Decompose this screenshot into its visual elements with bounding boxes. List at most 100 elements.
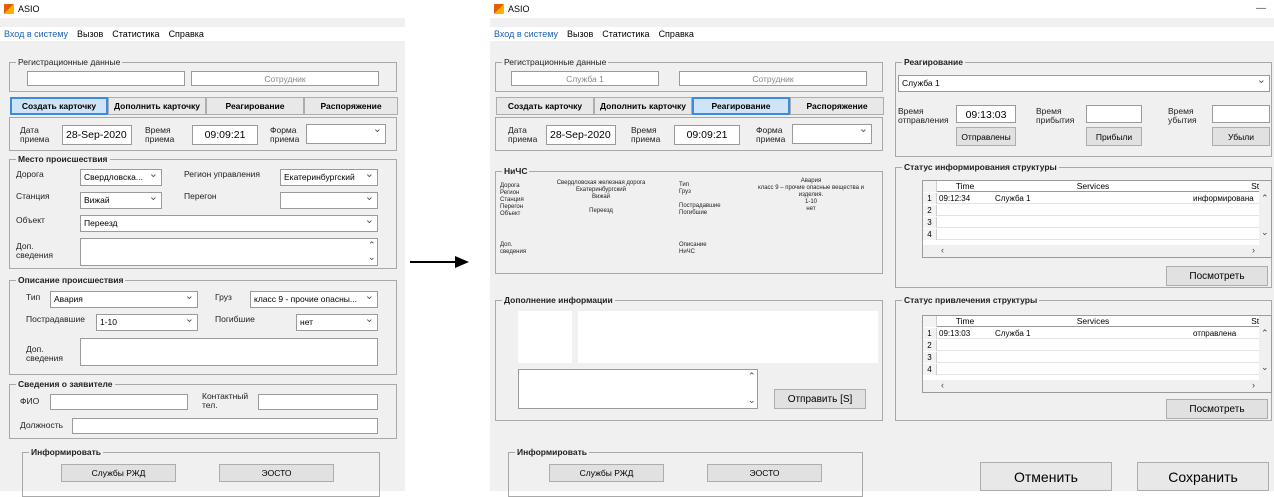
victims-select[interactable]: 1-10 <box>96 314 198 331</box>
menu-call[interactable]: Вызов <box>77 29 103 39</box>
arrival-time-field[interactable] <box>1086 105 1142 123</box>
info-status-table[interactable]: Time Services Statu 1 09:12:34 Служба 1 … <box>922 180 1272 258</box>
victims-label: Пострадавшие <box>26 314 85 324</box>
tab-response[interactable]: Реагирование <box>206 97 304 115</box>
eosto-button[interactable]: ЭОСТО <box>707 464 822 482</box>
contact-field[interactable] <box>258 394 378 410</box>
horizontal-scrollbar[interactable]: ‹ › <box>923 245 1271 257</box>
station-select[interactable]: Вижай <box>80 192 162 209</box>
supplement-scroll-down-icon[interactable]: ⌄ <box>748 395 756 406</box>
left-button[interactable]: Убыли <box>1212 127 1270 146</box>
scroll-right-icon[interactable]: › <box>1252 245 1255 255</box>
time-field[interactable]: 09:09:21 <box>192 125 258 145</box>
view-attract-button[interactable]: Посмотреть <box>1166 399 1268 419</box>
menu-login[interactable]: Вход в систему <box>4 29 68 39</box>
tab-create-card[interactable]: Создать карточку <box>10 97 108 115</box>
tab-response[interactable]: Реагирование <box>692 97 790 115</box>
arrived-button[interactable]: Прибыли <box>1086 127 1142 146</box>
date-label: Дата приема <box>508 125 538 144</box>
scroll-down-icon[interactable]: ⌄ <box>1261 362 1269 373</box>
horizontal-scrollbar[interactable]: ‹ › <box>923 380 1271 392</box>
nchs-extra-label: Доп. сведения <box>500 242 527 255</box>
desc-extra-field[interactable] <box>80 338 378 366</box>
extra-field[interactable] <box>80 238 378 266</box>
service-select[interactable]: Служба 1 <box>898 75 1270 92</box>
sent-button[interactable]: Отправлены <box>956 127 1016 146</box>
menu-stats[interactable]: Статистика <box>602 29 649 39</box>
attract-status-label: Статус привлечения структуры <box>902 295 1040 305</box>
menu-stats[interactable]: Статистика <box>112 29 159 39</box>
time-field[interactable]: 09:09:21 <box>674 125 740 145</box>
description-label: Описание происшествия <box>16 275 126 285</box>
scroll-up-icon[interactable]: ⌃ <box>1261 193 1269 204</box>
scroll-left-icon[interactable]: ‹ <box>941 245 944 255</box>
type-select[interactable]: Авария <box>50 291 198 308</box>
menu-call[interactable]: Вызов <box>567 29 593 39</box>
eosto-button[interactable]: ЭОСТО <box>219 464 334 482</box>
region-select[interactable]: Екатеринбургский <box>280 169 378 186</box>
rzd-services-button[interactable]: Службы РЖД <box>549 464 664 482</box>
row-status: отправлена <box>1193 329 1237 338</box>
scroll-left-icon[interactable]: ‹ <box>941 380 944 390</box>
dead-select[interactable]: нет <box>296 314 378 331</box>
scroll-right-icon[interactable]: › <box>1252 380 1255 390</box>
extra-scroll-down-icon[interactable]: ⌄ <box>368 252 376 263</box>
table-row[interactable]: 3 <box>923 217 1271 228</box>
date-field[interactable]: 28-Sep-2020 <box>62 125 132 145</box>
supplement-scroll-up-icon[interactable]: ⌃ <box>748 371 756 382</box>
scroll-down-icon[interactable]: ⌄ <box>1261 227 1269 238</box>
table-row[interactable]: 2 <box>923 205 1271 216</box>
transition-arrow <box>410 261 460 263</box>
save-button[interactable]: Сохранить <box>1137 462 1269 491</box>
dispatch-time-field[interactable]: 09:13:03 <box>956 105 1016 123</box>
table-row[interactable]: 1 09:13:03 Служба 1 отправлена <box>923 328 1271 339</box>
cancel-button[interactable]: Отменить <box>980 462 1112 491</box>
vertical-scrollbar[interactable]: ⌃ ⌄ <box>1259 181 1271 245</box>
menu-help[interactable]: Справка <box>169 29 204 39</box>
table-header-services[interactable]: Services <box>993 316 1193 327</box>
minimize-button[interactable]: — <box>1256 3 1266 14</box>
span-select[interactable] <box>280 192 378 209</box>
reg-field-1[interactable] <box>27 71 185 86</box>
view-info-button[interactable]: Посмотреть <box>1166 266 1268 286</box>
fio-field[interactable] <box>50 394 188 410</box>
form-select[interactable] <box>306 124 386 144</box>
departure-time-field[interactable] <box>1212 105 1270 123</box>
tab-create-card[interactable]: Создать карточку <box>496 97 594 115</box>
employee-field[interactable]: Сотрудник <box>679 71 867 86</box>
form-select[interactable] <box>792 124 872 144</box>
position-field[interactable] <box>72 418 378 434</box>
employee-field[interactable]: Сотрудник <box>191 71 379 86</box>
vertical-scrollbar[interactable]: ⌃ ⌄ <box>1259 316 1271 380</box>
supplement-text-field[interactable] <box>518 369 758 409</box>
road-select[interactable]: Свердловска... <box>80 169 162 186</box>
table-row[interactable]: 3 <box>923 352 1271 363</box>
object-select[interactable]: Переезд <box>80 215 378 232</box>
table-row[interactable]: 2 <box>923 340 1271 351</box>
tab-order[interactable]: Распоряжение <box>790 97 884 115</box>
scroll-up-icon[interactable]: ⌃ <box>1261 328 1269 339</box>
table-row[interactable]: 4 <box>923 364 1271 375</box>
cargo-select[interactable]: класс 9 - прочие опасны... <box>250 291 378 308</box>
send-button[interactable]: Отправить [S] <box>774 389 866 409</box>
table-row[interactable]: 1 09:12:34 Служба 1 информирована <box>923 193 1271 204</box>
table-header-time[interactable]: Time <box>937 181 993 192</box>
table-row[interactable]: 4 <box>923 229 1271 240</box>
tab-order[interactable]: Распоряжение <box>304 97 398 115</box>
table-header-time[interactable]: Time <box>937 316 993 327</box>
nchs-group: НиЧС Дорога Регион Станция Перегон Объек… <box>495 166 883 274</box>
position-label: Должность <box>20 420 64 430</box>
departure-label: Время убытия <box>1168 106 1197 125</box>
menu-help[interactable]: Справка <box>659 29 694 39</box>
service-field[interactable]: Служба 1 <box>511 71 659 86</box>
date-field[interactable]: 28-Sep-2020 <box>546 125 616 145</box>
tab-supplement-card[interactable]: Дополнить карточку <box>594 97 692 115</box>
attract-status-table[interactable]: Time Services Statu 1 09:13:03 Служба 1 … <box>922 315 1272 393</box>
menu-login[interactable]: Вход в систему <box>494 29 558 39</box>
menu-bar: Вход в систему Вызов Статистика Справка <box>0 27 405 41</box>
inform-label: Информировать <box>29 447 103 457</box>
tab-supplement-card[interactable]: Дополнить карточку <box>108 97 206 115</box>
rzd-services-button[interactable]: Службы РЖД <box>61 464 176 482</box>
table-header-services[interactable]: Services <box>993 181 1193 192</box>
extra-scroll-up-icon[interactable]: ⌃ <box>368 240 376 251</box>
